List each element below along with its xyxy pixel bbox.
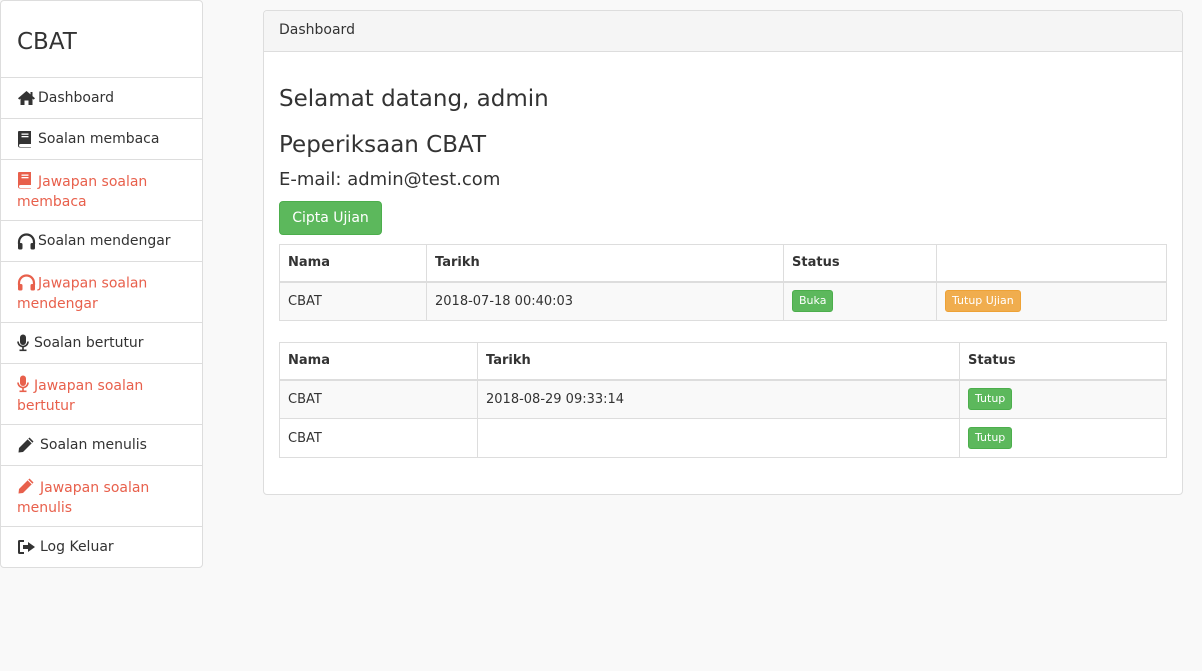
cell-tarikh <box>477 418 960 458</box>
panel-heading: Dashboard <box>264 11 1182 52</box>
column-header-nama: Nama <box>279 244 427 283</box>
cell-status: Tutup <box>959 418 1167 458</box>
cell-tarikh: 2018-07-18 00:40:03 <box>426 281 784 321</box>
close-exam-button[interactable]: Tutup Ujian <box>945 290 1021 313</box>
column-header-status: Status <box>959 342 1167 381</box>
sidebar-item-jawapan-membaca[interactable]: Jawapan soalan membaca <box>1 160 202 221</box>
cell-action: Tutup Ujian <box>936 281 1167 321</box>
headphones-icon <box>17 272 37 292</box>
cell-nama: CBAT <box>279 379 478 419</box>
book-icon <box>17 129 37 149</box>
status-badge: Buka <box>792 290 834 313</box>
email-text: E-mail: admin@test.com <box>279 169 501 190</box>
column-header-action <box>936 244 1167 283</box>
column-header-tarikh: Tarikh <box>426 244 784 283</box>
sidebar-item-soalan-mendengar[interactable]: Soalan mendengar <box>1 221 202 262</box>
pencil-icon <box>17 435 39 455</box>
sidebar-item-label: Soalan bertutur <box>34 335 144 351</box>
cell-nama: CBAT <box>279 281 427 321</box>
sidebar-item-soalan-membaca[interactable]: Soalan membaca <box>1 119 202 160</box>
sidebar-item-label: Soalan membaca <box>38 131 160 147</box>
sidebar-item-label: Log Keluar <box>40 539 114 555</box>
sidebar-item-soalan-bertutur[interactable]: Soalan bertutur <box>1 323 202 364</box>
cell-nama: CBAT <box>279 418 478 458</box>
column-header-status: Status <box>783 244 937 283</box>
book-icon <box>17 170 37 190</box>
cell-status: Buka <box>783 281 937 321</box>
sidebar-item-jawapan-bertutur[interactable]: Jawapan soalan bertutur <box>1 364 202 425</box>
sidebar-item-label: Soalan menulis <box>40 437 147 453</box>
sidebar-item-jawapan-menulis[interactable]: Jawapan soalan menulis <box>1 466 202 527</box>
table-row: CBAT Tutup <box>279 418 1167 458</box>
sidebar-item-dashboard[interactable]: Dashboard <box>1 78 202 119</box>
pencil-icon <box>17 476 39 496</box>
cell-tarikh: 2018-08-29 09:33:14 <box>477 379 960 419</box>
sidebar-item-label: Soalan mendengar <box>38 233 171 249</box>
active-exam-table: Nama Tarikh Status CBAT 2018-07-18 00:40… <box>279 244 1167 321</box>
create-exam-button[interactable]: Cipta Ujian <box>279 201 382 235</box>
cell-status: Tutup <box>959 379 1167 419</box>
column-header-nama: Nama <box>279 342 478 381</box>
closed-exam-table: Nama Tarikh Status CBAT 2018-08-29 09:33… <box>279 342 1167 458</box>
exam-title: Peperiksaan CBAT <box>279 132 487 158</box>
microphone-icon <box>17 333 33 353</box>
table-row: CBAT 2018-08-29 09:33:14 Tutup <box>279 379 1167 419</box>
sidebar-item-soalan-menulis[interactable]: Soalan menulis <box>1 425 202 466</box>
brand-title: CBAT <box>1 1 202 78</box>
column-header-tarikh: Tarikh <box>477 342 960 381</box>
headphones-icon <box>17 231 37 251</box>
sidebar: CBAT Dashboard Soalan membaca Jawapan so… <box>0 0 203 568</box>
status-badge: Tutup <box>968 388 1013 411</box>
welcome-heading: Selamat datang, admin <box>279 86 549 112</box>
sidebar-item-label: Dashboard <box>38 90 114 106</box>
sign-out-icon <box>17 537 39 557</box>
sidebar-item-label: Jawapan soalan bertutur <box>17 378 144 414</box>
dashboard-panel: Dashboard Selamat datang, admin Peperiks… <box>263 10 1183 495</box>
home-icon <box>17 88 37 108</box>
sidebar-item-log-keluar[interactable]: Log Keluar <box>1 527 202 568</box>
microphone-icon <box>17 374 33 394</box>
sidebar-item-jawapan-mendengar[interactable]: Jawapan soalan mendengar <box>1 262 202 323</box>
table-row: CBAT 2018-07-18 00:40:03 Buka Tutup Ujia… <box>279 281 1167 321</box>
status-badge: Tutup <box>968 427 1013 449</box>
